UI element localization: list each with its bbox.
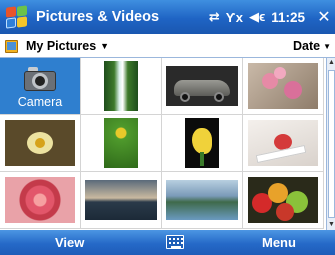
thumb-red-flower-card[interactable]	[243, 115, 324, 172]
thumbnail-grid: Camera	[0, 58, 326, 230]
windows-start-icon[interactable]	[4, 4, 30, 30]
thumb-waterfall[interactable]	[81, 58, 162, 115]
thumb-green-plant[interactable]	[81, 115, 162, 172]
title-bar: Pictures & Videos ⇄ Ƴx ◀ϵ 11:25 ✕	[0, 0, 335, 34]
thumb-pink-flowers[interactable]	[243, 58, 324, 115]
thumb-mountain-lake[interactable]	[162, 172, 243, 229]
sort-label: Date	[292, 39, 321, 53]
thumb-fruit[interactable]	[243, 172, 324, 229]
volume-icon[interactable]: ◀ϵ	[249, 9, 265, 25]
status-area: ⇄ Ƴx ◀ϵ 11:25 ✕	[209, 0, 335, 34]
app-title: Pictures & Videos	[36, 9, 160, 25]
folder-bar: My Pictures ▼ Date ▼	[0, 34, 335, 58]
thumb-lake-sunset[interactable]	[81, 172, 162, 229]
chevron-down-icon: ▼	[323, 41, 331, 51]
folder-icon	[4, 38, 20, 54]
thumb-rose[interactable]	[0, 172, 81, 229]
camera-tile[interactable]: Camera	[0, 58, 81, 115]
keyboard-icon[interactable]	[166, 235, 184, 249]
softkey-bar: View Menu	[0, 230, 335, 255]
view-softkey[interactable]: View	[55, 230, 84, 255]
connectivity-icon[interactable]: ⇄	[209, 9, 220, 25]
scroll-down-icon[interactable]: ▼	[327, 220, 335, 230]
menu-softkey[interactable]: Menu	[262, 230, 296, 255]
signal-off-icon[interactable]: Ƴx	[226, 10, 243, 25]
sort-dropdown[interactable]: Date ▼	[293, 34, 331, 58]
scroll-up-icon[interactable]: ▲	[327, 58, 335, 68]
thumb-calla-lily[interactable]	[162, 115, 243, 172]
vertical-scrollbar[interactable]: ▲ ▼	[326, 58, 335, 230]
close-icon[interactable]: ✕	[313, 0, 335, 34]
chevron-down-icon[interactable]: ▼	[100, 41, 109, 51]
clock[interactable]: 11:25	[271, 10, 305, 25]
camera-icon	[22, 65, 58, 93]
scrollbar-thumb[interactable]	[328, 70, 335, 218]
folder-dropdown[interactable]: My Pictures	[26, 39, 96, 53]
thumb-yellow-flower[interactable]	[0, 115, 81, 172]
thumb-car[interactable]	[162, 58, 243, 115]
camera-label: Camera	[17, 95, 63, 109]
